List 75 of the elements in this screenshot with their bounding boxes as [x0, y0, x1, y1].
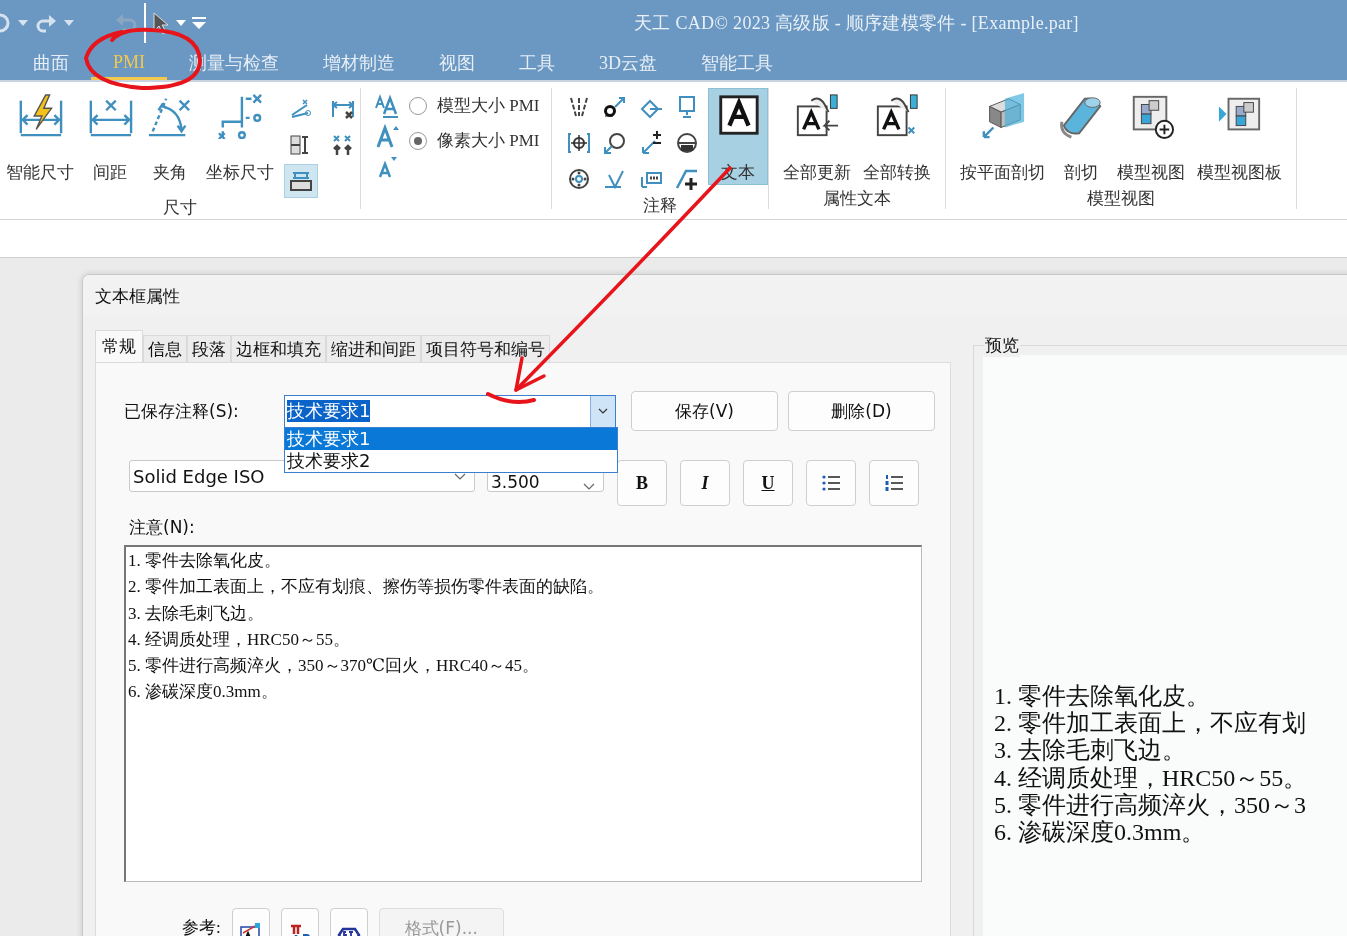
numbered-list-icon: [884, 473, 904, 493]
radio-label: 像素大小 PMI: [437, 130, 540, 152]
group-label: 尺寸: [162, 198, 198, 218]
dialog-tab[interactable]: 段落: [187, 335, 231, 362]
annotation-tool-icon: [567, 167, 592, 191]
dialog-tab[interactable]: 常规: [95, 330, 143, 362]
ribbon-button[interactable]: 全部更新: [777, 88, 858, 185]
preview-text: 1. 零件去除氧化皮。: [994, 683, 1211, 711]
font-grow-icon: [375, 124, 399, 148]
annotation-tool-icon: [567, 131, 592, 155]
ribbon-button[interactable]: 按平面剖切: [954, 88, 1052, 185]
preview-text: 5. 零件进行高频淬火，350～3: [994, 791, 1307, 819]
reference-button[interactable]: [231, 908, 270, 936]
caret-icon: [64, 19, 74, 26]
bullet-list-button[interactable]: [806, 460, 856, 506]
preview-text: 4. 经调质处理，HRC50～55。: [994, 764, 1309, 792]
dialog-title: 文本框属性: [83, 275, 1347, 317]
dialog-tab[interactable]: 边框和填充: [231, 335, 326, 362]
dimension-tool-icon: [289, 169, 313, 193]
preview-text: 2. 零件加工表面上，不应有划: [994, 710, 1307, 738]
customize-icon: [192, 16, 206, 29]
reference-button[interactable]: [329, 908, 368, 936]
save-button[interactable]: 保存(V): [631, 391, 778, 431]
annotation-tool-icon: [639, 131, 664, 155]
ribbon-button[interactable]: 剖切: [1051, 88, 1112, 185]
italic-button[interactable]: I: [680, 460, 730, 506]
preview-text: 3. 去除毛刺飞边。: [994, 737, 1187, 765]
preview-label: 预览: [984, 334, 1020, 357]
dialog-tab[interactable]: 项目符号和编号: [421, 335, 550, 362]
coordinate-icon: [216, 93, 264, 139]
chevron-down-icon: [583, 483, 595, 490]
combo-value: 技术要求1: [287, 400, 371, 422]
dropdown-button[interactable]: [590, 395, 615, 427]
chevron-down-icon: [454, 472, 466, 480]
cursor-icon: [152, 10, 170, 35]
reference-button[interactable]: [280, 908, 319, 936]
radio-button[interactable]: [409, 131, 427, 150]
radio-button[interactable]: [409, 96, 427, 115]
ribbon-button[interactable]: 坐标尺寸: [200, 88, 280, 185]
bold-button[interactable]: B: [617, 460, 667, 506]
bullet-list-icon: [821, 473, 841, 493]
field-label: 参考:: [182, 917, 221, 936]
annotation-tool-icon: [603, 131, 628, 155]
dialog-tab[interactable]: 缩进和间距: [326, 335, 421, 362]
caret-icon: [18, 19, 28, 26]
underline-button[interactable]: U: [743, 460, 793, 506]
field-label: 注意(N):: [129, 516, 196, 539]
radio-label: 模型大小 PMI: [437, 95, 540, 117]
annotation-tool-icon: [603, 95, 628, 119]
preview-text: 6. 渗碳深度0.3mm。: [994, 819, 1207, 847]
group-label: 模型视图: [1086, 189, 1157, 209]
ribbon-button[interactable]: 夹角: [140, 88, 200, 185]
radio-option[interactable]: 像素大小 PMI: [409, 129, 552, 152]
group-label: 注释: [642, 196, 679, 216]
caret-icon: [176, 19, 186, 26]
dropdown-option[interactable]: 技术要求1: [285, 427, 617, 450]
chevron-down-icon: [598, 408, 608, 414]
dialog-tab[interactable]: 信息: [143, 335, 187, 362]
group-label: 属性文本: [822, 189, 893, 209]
annotation-tool-icon: [675, 131, 700, 155]
text-size-icon: [375, 94, 399, 118]
tool-button[interactable]: [284, 164, 318, 198]
numbered-list-button[interactable]: [869, 460, 919, 506]
ribbon-button[interactable]: 模型视图板: [1191, 88, 1289, 185]
annotation-tool-icon: [675, 167, 700, 191]
radio-option[interactable]: 模型大小 PMI: [409, 94, 552, 117]
field-label: 已保存注释(S):: [124, 399, 240, 423]
dimension-tool-icon: [289, 97, 313, 121]
ribbon-button[interactable]: 全部转换: [857, 88, 938, 185]
window-title: 天工 CAD© 2023 高级版 - 顺序建模零件 - [Example.par]: [634, 11, 1079, 35]
ribbon-button[interactable]: 模型视图: [1111, 88, 1192, 185]
ribbon-button[interactable]: 智能尺寸: [0, 88, 80, 185]
notes-field[interactable]: 1. 零件去除氧化皮。 2. 零件加工表面上，不应有划痕、擦伤等损伤零件表面的缺陷。 3. 去除毛刺飞边。 4. 经调质处理，HRC50～55。 5. 零件进行高频淬火，350～370℃回火，HRC40～45。 6. 渗碳深度0.3mm。: [124, 545, 922, 882]
ribbon-button[interactable]: 间距: [80, 88, 140, 185]
delete-button[interactable]: 删除(D): [788, 391, 935, 431]
